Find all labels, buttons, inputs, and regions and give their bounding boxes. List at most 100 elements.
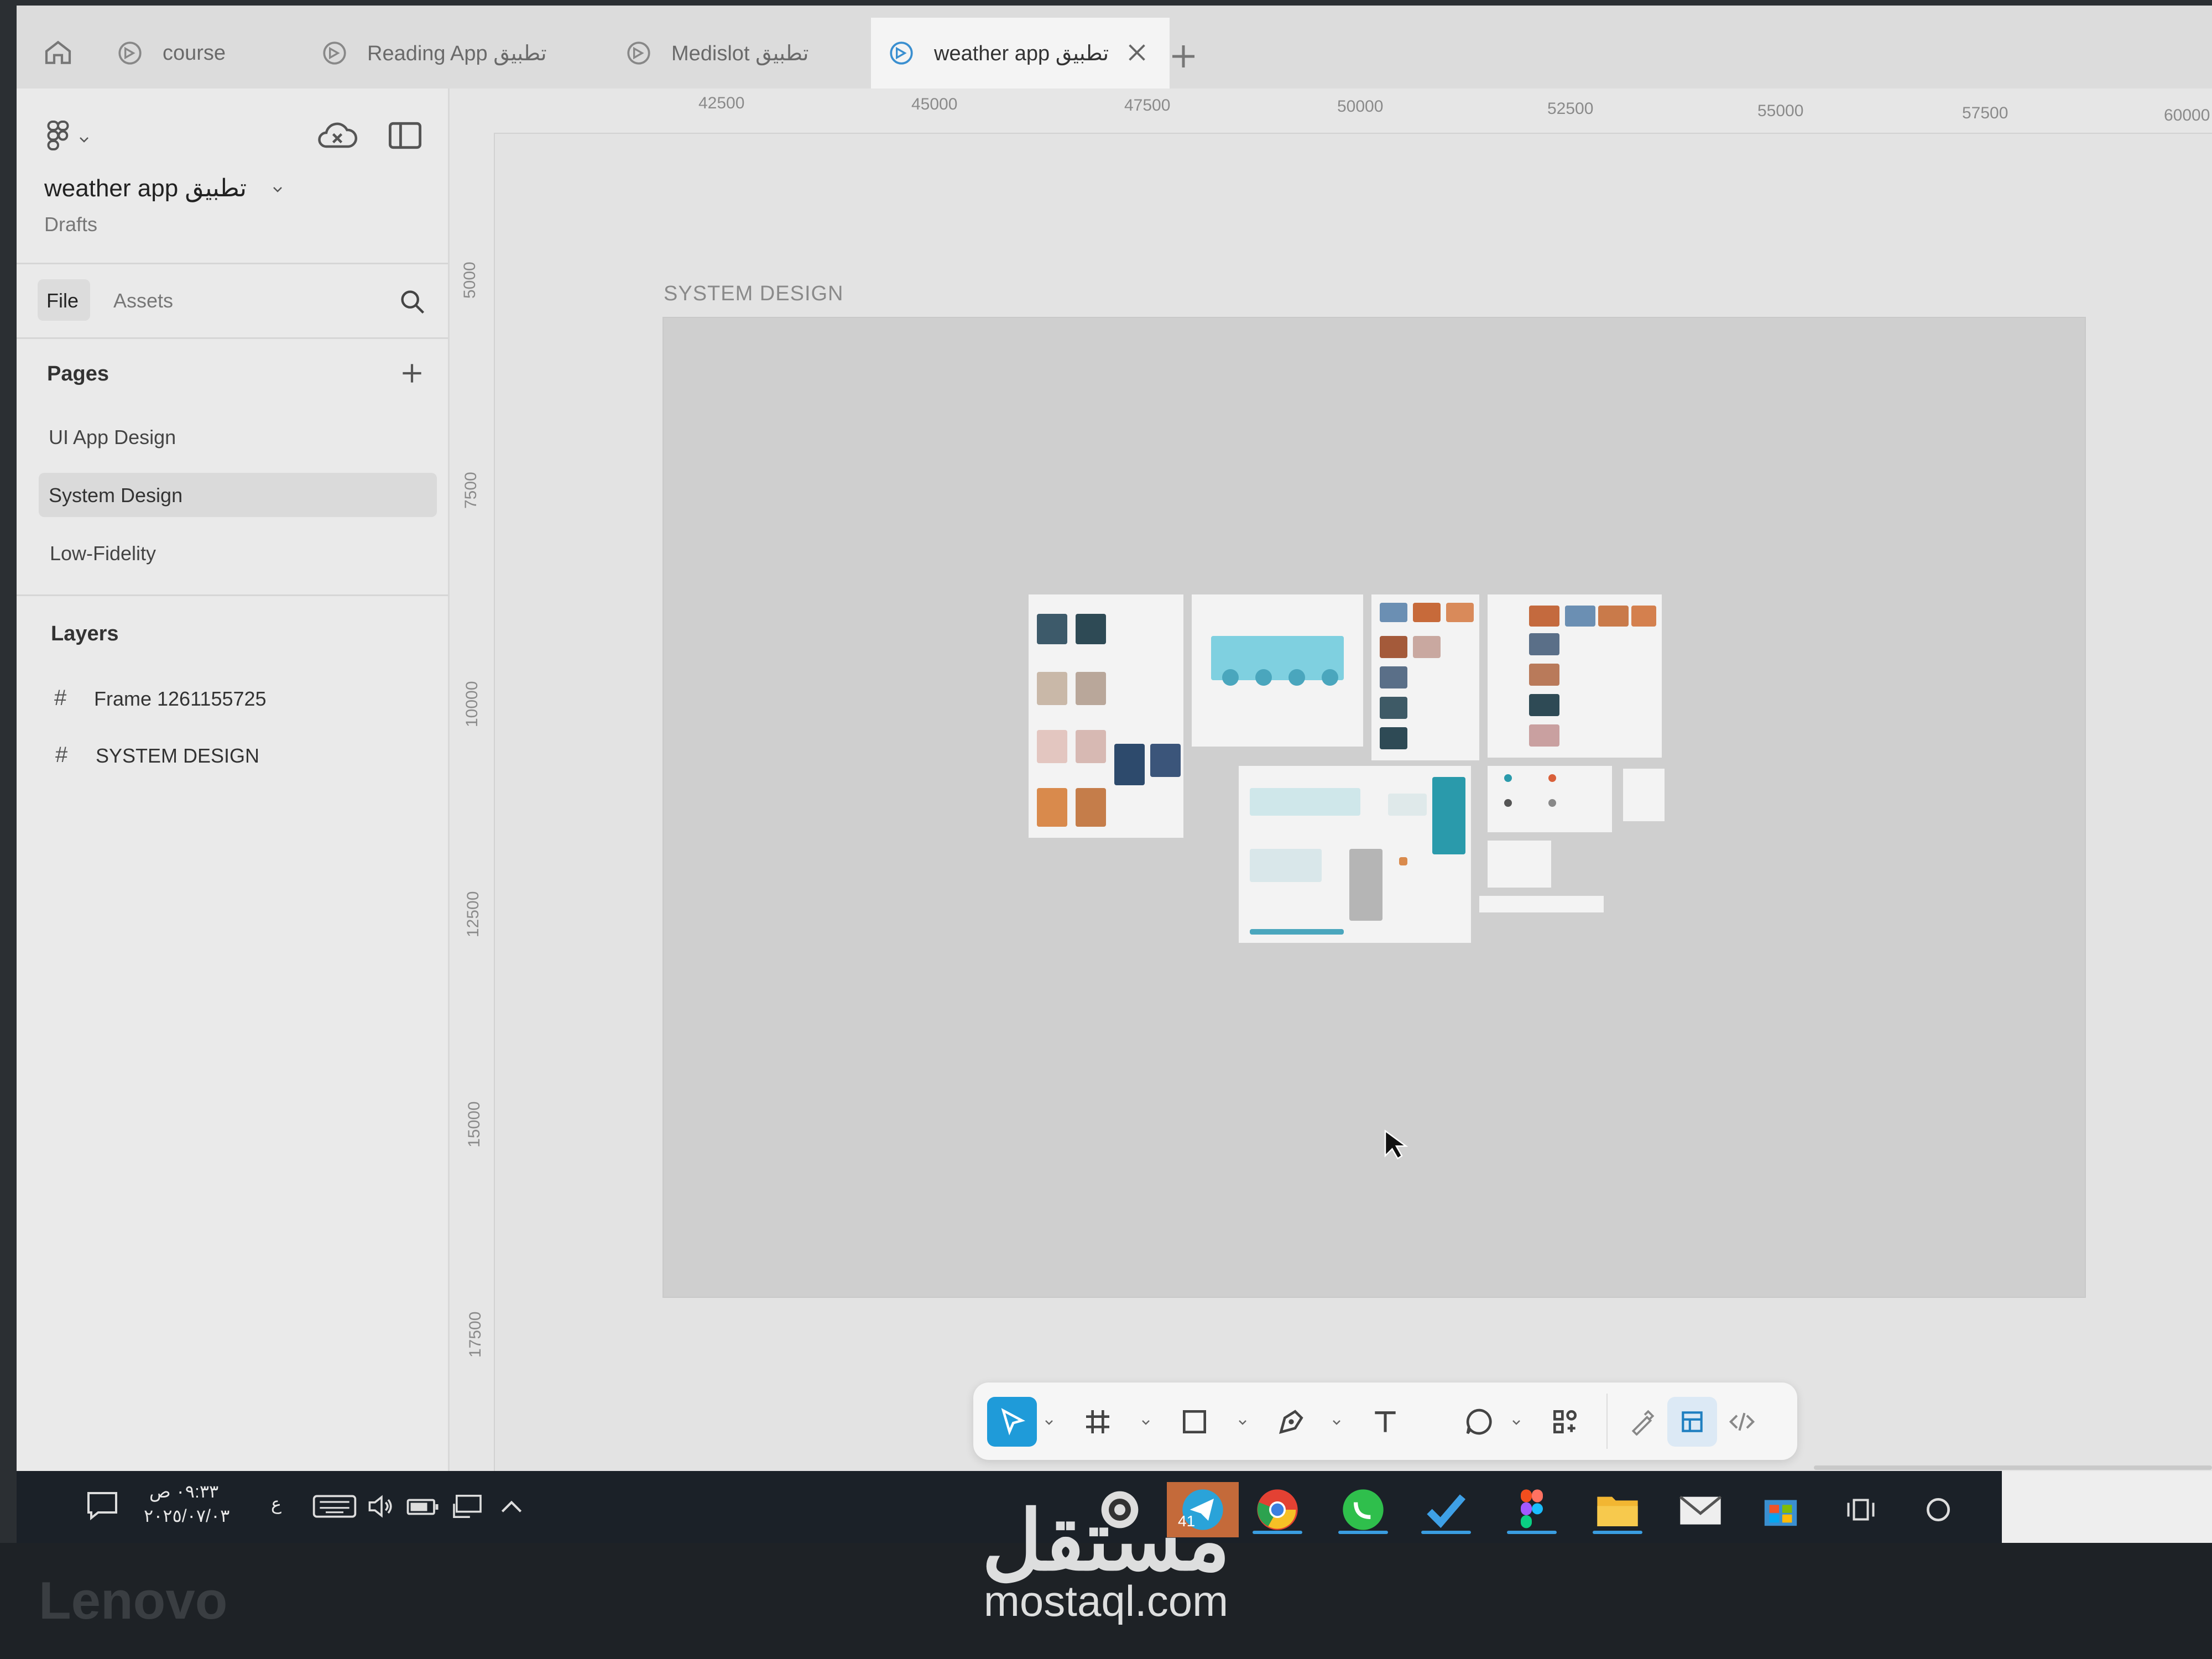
task-view-button[interactable]: [1830, 1482, 1891, 1537]
tab-medislot[interactable]: Medislot تطبيق: [608, 18, 868, 88]
ruler-tick: 47500: [1124, 96, 1171, 114]
frame-label[interactable]: SYSTEM DESIGN: [664, 282, 844, 306]
design-thumbnail[interactable]: [1239, 766, 1471, 943]
tab-label: Reading App تطبيق: [367, 41, 547, 65]
assets-tab[interactable]: Assets: [113, 289, 173, 312]
figma-menu-icon[interactable]: [44, 119, 72, 152]
taskbar-app-figma[interactable]: [1501, 1482, 1562, 1537]
battery-icon[interactable]: [406, 1496, 440, 1518]
design-thumbnail[interactable]: [1479, 896, 1604, 912]
taskbar-app-store[interactable]: [1750, 1482, 1811, 1537]
left-sidebar: weather app تطبيق Drafts File Assets Pag…: [17, 88, 450, 1488]
actions-tool-button[interactable]: [1540, 1397, 1590, 1447]
design-thumbnail[interactable]: [1623, 769, 1665, 821]
clock-time[interactable]: ٠٩:٣٣ ص: [149, 1481, 218, 1502]
design-thumbnail[interactable]: [1488, 594, 1662, 758]
layer-item[interactable]: SYSTEM DESIGN: [96, 744, 259, 768]
start-area[interactable]: [2002, 1471, 2212, 1543]
comment-icon: [1466, 1408, 1492, 1435]
taskbar-app-whatsapp[interactable]: [1333, 1482, 1394, 1537]
frame-tool-button[interactable]: [1073, 1397, 1123, 1447]
move-tool-button[interactable]: [987, 1397, 1037, 1447]
taskbar-app-file-explorer[interactable]: [1587, 1482, 1648, 1537]
image-tile: [1380, 666, 1407, 688]
tab-course[interactable]: course: [100, 18, 299, 88]
page-item[interactable]: UI App Design: [49, 426, 176, 449]
design-thumbnail[interactable]: [1029, 594, 1183, 838]
draw-mode-button[interactable]: [1618, 1397, 1667, 1447]
notification-icon[interactable]: [86, 1490, 119, 1521]
divider: [17, 594, 448, 596]
ruler-tick: 45000: [911, 95, 958, 113]
home-icon: [45, 40, 71, 64]
pages-heading: Pages: [47, 362, 109, 385]
store-icon: [1764, 1500, 1797, 1526]
chevron-down-icon[interactable]: [1510, 1416, 1523, 1429]
components-icon: [1553, 1410, 1577, 1433]
design-mode-button[interactable]: [1667, 1397, 1717, 1447]
design-icon: [1682, 1411, 1703, 1432]
image-tile: [1529, 664, 1559, 686]
ruler-left: 5000 7500 10000 12500 15000 17500: [450, 133, 495, 1488]
page-item-selected[interactable]: System Design: [39, 473, 437, 517]
frame-icon: #: [55, 743, 68, 767]
taskbar-app-todo[interactable]: [1416, 1482, 1477, 1537]
layer-item[interactable]: Frame 1261155725: [94, 687, 267, 711]
clock-date[interactable]: ٢٠٢٥/٠٧/٠٣: [144, 1505, 229, 1526]
chevron-down-icon[interactable]: [1139, 1416, 1152, 1429]
pen-tool-button[interactable]: [1266, 1397, 1316, 1447]
image-tile: [1446, 603, 1474, 622]
taskbar-app-chrome[interactable]: [1247, 1482, 1308, 1537]
image-tile: [1529, 694, 1559, 716]
tab-reading-app[interactable]: Reading App تطبيق: [304, 18, 603, 88]
image-tile: [1076, 788, 1106, 827]
chevron-down-icon[interactable]: [77, 133, 91, 146]
close-icon[interactable]: [1124, 40, 1150, 65]
home-button[interactable]: [28, 22, 88, 83]
frame-icon: [1086, 1410, 1109, 1433]
add-page-icon[interactable]: [398, 359, 426, 387]
system-design-frame[interactable]: [664, 318, 2085, 1297]
cloud-offline-icon[interactable]: [315, 116, 359, 155]
drafts-file-icon: [118, 41, 142, 65]
image-tile: [1380, 603, 1407, 622]
search-button[interactable]: [1908, 1482, 1969, 1537]
file-location[interactable]: Drafts: [44, 213, 97, 236]
chevron-up-icon[interactable]: [498, 1496, 525, 1518]
network-icon[interactable]: [451, 1493, 484, 1520]
toggle-sidebar-icon[interactable]: [387, 119, 423, 152]
design-thumbnail[interactable]: [1371, 594, 1479, 760]
design-thumbnail[interactable]: [1488, 766, 1612, 832]
file-title[interactable]: weather app تطبيق: [44, 174, 247, 202]
comment-tool-button[interactable]: [1454, 1397, 1504, 1447]
design-thumbnail[interactable]: [1192, 594, 1363, 747]
text-tool-button[interactable]: [1360, 1397, 1410, 1447]
tab-weather-app[interactable]: weather app تطبيق: [871, 18, 1170, 88]
page-item[interactable]: Low-Fidelity: [50, 542, 156, 565]
rectangle-tool-button[interactable]: [1170, 1397, 1219, 1447]
keyboard-icon[interactable]: [312, 1494, 357, 1519]
ruler-tick: 10000: [463, 681, 481, 727]
file-tab[interactable]: File: [38, 279, 90, 321]
new-tab-icon[interactable]: [1167, 40, 1200, 73]
bottom-toolbar: [973, 1383, 1797, 1460]
taskbar-app-mail[interactable]: [1670, 1482, 1731, 1537]
chevron-down-icon[interactable]: [271, 182, 284, 196]
chevron-down-icon[interactable]: [1042, 1416, 1056, 1429]
search-icon[interactable]: [398, 288, 427, 316]
chevron-down-icon[interactable]: [1236, 1416, 1249, 1429]
chrome-icon: [1257, 1489, 1298, 1530]
horizontal-scrollbar[interactable]: [1814, 1465, 2212, 1470]
dev-mode-button[interactable]: [1717, 1397, 1767, 1447]
volume-icon[interactable]: [365, 1493, 398, 1520]
toolbar-divider: [1606, 1394, 1608, 1449]
pen-icon: [1279, 1410, 1303, 1434]
language-indicator[interactable]: ع: [271, 1493, 281, 1514]
mail-icon: [1679, 1495, 1722, 1525]
image-tile: [1037, 788, 1067, 827]
component-dot: [1504, 774, 1512, 782]
design-thumbnail[interactable]: [1488, 841, 1551, 888]
ruler-tick: 52500: [1547, 100, 1594, 118]
image-tile: [1037, 730, 1067, 763]
chevron-down-icon[interactable]: [1330, 1416, 1343, 1429]
